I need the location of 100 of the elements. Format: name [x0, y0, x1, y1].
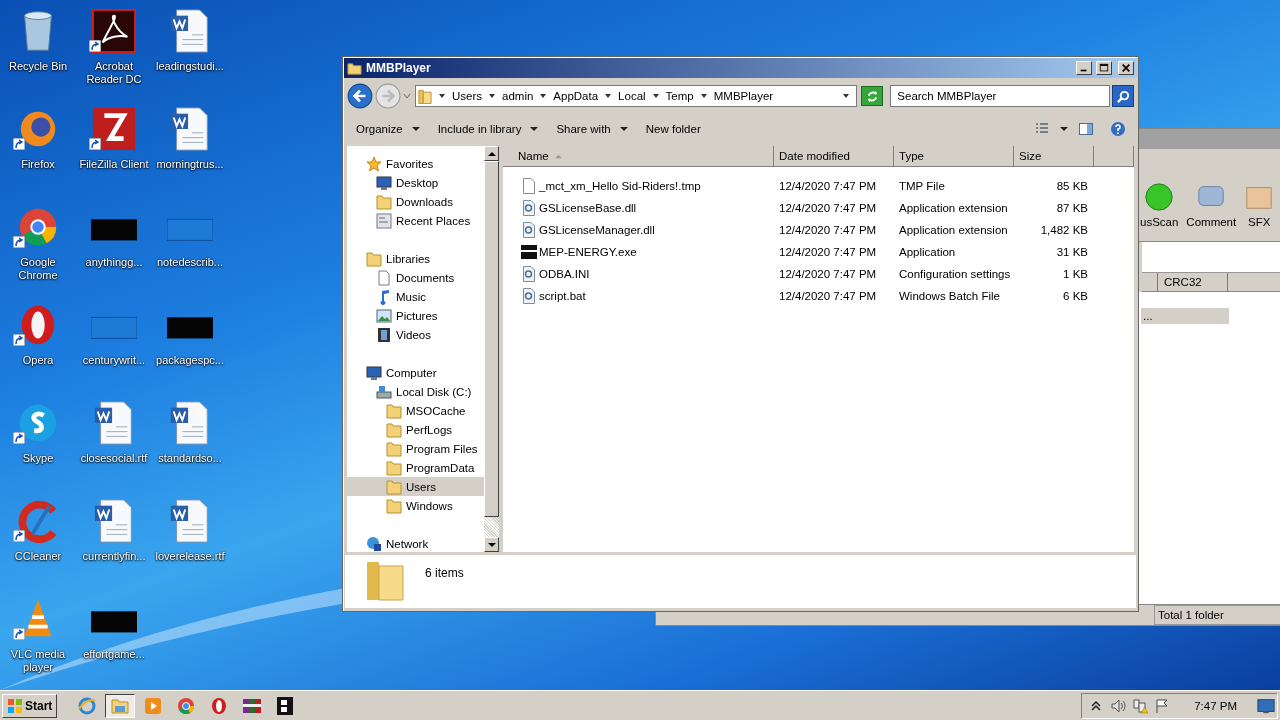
breadcrumb-item[interactable]: AppData	[553, 90, 599, 102]
caret-icon[interactable]	[604, 92, 613, 100]
navigation-item[interactable]: Recent Places	[347, 211, 484, 230]
table-cell-text: 12/4/2020 7:47 PM	[778, 290, 878, 302]
file-name[interactable]: script.bat	[503, 288, 774, 304]
desktop-icon-label[interactable]: Acrobat Reader DC	[77, 60, 151, 86]
file-name[interactable]: _mct_xm_Hello Sid-Riders!.tmp	[503, 178, 774, 194]
desktop-icon-label[interactable]: FileZilla Client	[77, 158, 151, 171]
column-header[interactable]	[1142, 273, 1158, 292]
desktop-icon-label[interactable]: notedescrib...	[153, 256, 227, 269]
toolbar-button[interactable]: SFX	[1242, 182, 1277, 228]
navigation-item[interactable]: Program Files	[347, 439, 484, 458]
caret-icon[interactable]	[539, 92, 548, 100]
acrobat-icon[interactable]	[91, 8, 137, 54]
caret-icon[interactable]	[1060, 125, 1068, 133]
table-cell-text: Application	[898, 246, 957, 258]
scroll-down-icon	[487, 540, 496, 549]
navigation-item[interactable]: PerfLogs	[347, 420, 484, 439]
desktop-icon-label[interactable]: anythingg...	[77, 256, 151, 269]
dropdown-icon[interactable]	[842, 92, 851, 100]
preview-pane-icon[interactable]	[1078, 121, 1094, 137]
navigation-item[interactable]: Users	[347, 477, 484, 496]
toolbar-button[interactable]: Comment	[1184, 182, 1239, 228]
navigation-item[interactable]: Documents	[347, 268, 484, 287]
column-header[interactable]	[1094, 146, 1134, 167]
file-name[interactable]: GSLicenseBase.dll	[503, 200, 774, 216]
navigation-item[interactable]: Local Disk (C:)	[347, 382, 484, 401]
breadcrumb-item[interactable]: Users	[452, 90, 482, 102]
column-header[interactable]: CRC32	[1158, 273, 1228, 292]
maximize-button[interactable]	[1096, 61, 1112, 75]
desktop-icon-label[interactable]: Google Chrome	[1, 256, 75, 282]
folder-icon	[386, 440, 402, 457]
navigation-item[interactable]: Network	[347, 534, 484, 553]
refresh-button[interactable]	[861, 86, 884, 106]
navigation-item[interactable]: Music	[347, 287, 484, 306]
table-cell-text: 31 KB	[1055, 246, 1088, 258]
navigation-item[interactable]: Windows	[347, 496, 484, 515]
address-bar[interactable]: Users admin AppData Local Temp MMBPlayer	[415, 85, 858, 107]
desktop-icon-label[interactable]: Firefox	[1, 158, 75, 171]
desktop-icon-label[interactable]: Recycle Bin	[1, 60, 75, 73]
caret-icon[interactable]	[651, 92, 660, 100]
network-warning-icon[interactable]	[1132, 697, 1149, 714]
back-button[interactable]	[347, 83, 373, 109]
breadcrumb-item[interactable]: Local	[618, 90, 646, 102]
desktop-icon-label[interactable]: leadingstudi...	[153, 60, 227, 73]
desktop-icon-label[interactable]: morningtrus...	[153, 158, 227, 171]
column-header[interactable]: Size	[1014, 146, 1094, 167]
table-cell-text: 1 KB	[1062, 268, 1088, 280]
navigation-item[interactable]: Desktop	[347, 173, 484, 192]
clock[interactable]: 7:47 PM	[1194, 699, 1237, 712]
file-name[interactable]: MEP-ENERGY.exe	[503, 244, 774, 260]
table-cell-text: Application extension	[898, 224, 1009, 236]
navigation-item[interactable]: Libraries	[347, 249, 484, 268]
taskbar-button[interactable]	[105, 693, 136, 718]
file-row[interactable]: ...	[1141, 308, 1229, 324]
monitor-icon	[366, 364, 382, 381]
filezilla-icon[interactable]	[91, 106, 137, 152]
column-header[interactable]: Date modified	[774, 146, 894, 167]
minimize-button[interactable]	[1076, 61, 1092, 75]
toolbar-button[interactable]: usScan	[1138, 182, 1181, 228]
close-button[interactable]	[1118, 61, 1134, 75]
desktop-icon-label[interactable]: packagespc...	[153, 354, 227, 367]
recent-places-icon	[376, 212, 392, 229]
start-button[interactable]: Start	[2, 693, 58, 718]
column-header[interactable]: Type	[894, 146, 1014, 167]
caret-icon[interactable]	[699, 92, 708, 100]
command-button[interactable]: Include in library	[430, 120, 546, 138]
navigation-item[interactable]: Pictures	[347, 306, 484, 325]
media-player-icon	[143, 695, 164, 716]
navigation-item[interactable]: Downloads	[347, 192, 484, 211]
caret-icon[interactable]	[438, 92, 446, 100]
file-name[interactable]: GSLicenseManager.dll	[503, 222, 774, 238]
navigation-item[interactable]: Computer	[347, 363, 484, 382]
desktop-icon-label[interactable]: Opera	[1, 354, 75, 367]
table-cell-text: TMP File	[898, 180, 946, 192]
file-name[interactable]: ODBA.INI	[503, 266, 774, 282]
breadcrumb-item[interactable]: Temp	[665, 90, 694, 102]
navigation-item[interactable]: ProgramData	[347, 458, 484, 477]
command-button[interactable]: Share with	[549, 120, 635, 138]
help-icon[interactable]	[1110, 121, 1126, 137]
navigation-item[interactable]: Favorites	[347, 154, 484, 173]
search-field[interactable]: Search MMBPlayer	[890, 85, 1111, 107]
address-bar[interactable]	[1142, 242, 1280, 273]
navigation-item[interactable]: Videos	[347, 325, 484, 344]
app-icon	[521, 244, 537, 260]
column-header[interactable]: Name	[503, 146, 774, 167]
desktop-icon-label[interactable]: centurywrit...	[77, 354, 151, 367]
star-icon	[366, 155, 382, 172]
navigation-item[interactable]: MSOCache	[347, 401, 484, 420]
show-desktop-icon[interactable]	[1257, 696, 1275, 715]
breadcrumb-item[interactable]: admin	[502, 90, 534, 102]
windows-logo-icon	[7, 697, 23, 714]
table-cell-text: 12/4/2020 7:47 PM	[778, 202, 878, 214]
folder-icon	[386, 402, 402, 419]
caret-icon[interactable]	[488, 92, 496, 100]
command-button[interactable]: Organize	[349, 120, 427, 138]
speaker-icon[interactable]	[1110, 697, 1127, 714]
breadcrumb-item[interactable]: MMBPlayer	[713, 90, 774, 102]
search-button[interactable]	[1112, 85, 1134, 107]
command-button[interactable]: New folder	[638, 120, 708, 138]
